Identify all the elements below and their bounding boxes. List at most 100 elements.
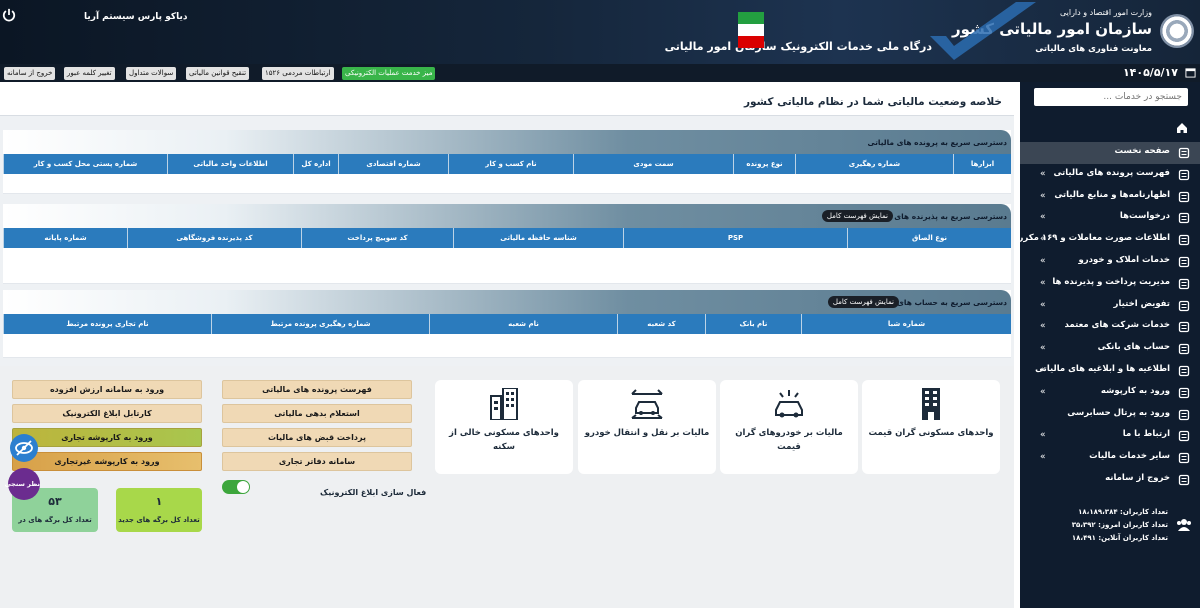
panel-title-bar: دسترسی سریع به پذیرنده های بانکی نمایش ف… (3, 204, 1011, 228)
sidebar-item-label: حساب های بانکی (1097, 342, 1170, 353)
btn-commercial-books[interactable]: سامانه دفاتر تجاری (222, 452, 412, 471)
sidebar-item[interactable]: اظهارنامه‌ها و منابع مالیاتی » (1020, 186, 1200, 208)
bell-icon (1178, 365, 1190, 377)
sidebar-item[interactable]: مدیریت پرداخت و پذیرنده ها » (1020, 273, 1200, 295)
sidebar-item[interactable]: خروج از سامانه (1020, 469, 1200, 491)
sidebar-item-label: صفحه نخست (1114, 146, 1170, 156)
logout-icon (1178, 474, 1190, 486)
sidebar-item-label: مدیریت پرداخت و پذیرنده ها (1052, 276, 1170, 287)
e-notice-toggle[interactable] (222, 480, 250, 494)
sidebar-item[interactable]: خدمات املاک و خودرو » (1020, 251, 1200, 273)
home-icon[interactable] (1176, 122, 1188, 134)
nav-row: ۱۴۰۵/۵/۱۷ میز خدمت عملیات الکترونیکی ارت… (0, 64, 1200, 82)
page-title: خلاصه وضعیت مالیاتی شما در نظام مالیاتی … (744, 96, 1002, 108)
current-date: ۱۴۰۵/۵/۱۷ (1122, 66, 1178, 79)
tile-luxury-housing[interactable]: واحدهای مسکونی گران قیمت (862, 380, 1000, 474)
col-related-trade-name: نام تجاری پرونده مرتبط (3, 314, 211, 334)
btn-tax-files-list[interactable]: فهرست پرونده های مالیاتی (222, 380, 412, 399)
survey-button[interactable]: نظر سنجی (5, 468, 40, 500)
col-unit-info: اطلاعات واحد مالیاتی (167, 154, 293, 174)
tile-car-transfer[interactable]: مالیات بر نقل و انتقال خودرو (578, 380, 716, 474)
sidebar-item[interactable]: تفویض اختیار » (1020, 295, 1200, 317)
sidebar-item-label: اطلاعیه ها و ابلاغیه های مالیاتی (1035, 363, 1170, 374)
tile-luxury-car[interactable]: مالیات بر خودروهای گران قیمت (720, 380, 858, 474)
power-icon[interactable] (2, 8, 16, 22)
sidebar-item[interactable]: سایر خدمات مالیات » (1020, 447, 1200, 469)
sidebar-item[interactable]: اطلاعیه ها و ابلاغیه های مالیاتی» (1020, 360, 1200, 382)
sidebar-item[interactable]: حساب های بانکی » (1020, 338, 1200, 360)
service-search-input[interactable] (1034, 88, 1188, 106)
btn-noncommercial-workfolder[interactable]: ورود به کارپوشه غیرتجاری (12, 452, 202, 471)
nav-change-password[interactable]: تغییر کلمه عبور (64, 67, 115, 80)
portal-title: درگاه ملی خدمات الکترونیک سازمان امور ما… (664, 40, 932, 53)
nav-faq[interactable]: سوالات متداول (126, 67, 177, 80)
sidebar-item[interactable]: ارتباط با ما » (1020, 425, 1200, 447)
col-economic-code: شماره اقتصادی (338, 154, 448, 174)
panel-bank-acceptors: دسترسی سریع به پذیرنده های بانکی نمایش ف… (3, 204, 1011, 284)
col-sheba: شماره شبا (801, 314, 1011, 334)
sidebar-item-label: سایر خدمات مالیات (1089, 451, 1170, 462)
stat-label: تعداد کل برگه های جدید (118, 516, 200, 524)
panel-title-bar: دسترسی سریع به حساب های بانکی نمایش فهرس… (3, 290, 1011, 314)
col-branch-name: نام شعبه (429, 314, 617, 334)
stat-value: ۱ (155, 495, 163, 508)
table-body (3, 248, 1011, 284)
btn-tax-debt-inquiry[interactable]: استعلام بدهی مالیاتی (222, 404, 412, 423)
show-full-list-button[interactable]: نمایش فهرست کامل (827, 296, 899, 308)
sidebar-item-label: خدمات شرکت های معتمد (1064, 320, 1170, 331)
accessibility-button[interactable] (10, 434, 38, 462)
btn-vat-system[interactable]: ورود به سامانه ارزش افزوده (12, 380, 202, 399)
chevron-double-icon: » (1040, 234, 1046, 245)
sidebar-item[interactable]: اطلاعات صورت معاملات و ۱۶۹ مکرر» (1019, 229, 1200, 251)
show-full-list-button[interactable]: نمایش فهرست کامل (821, 210, 893, 222)
bank-card-icon (1178, 344, 1190, 355)
sidebar-item[interactable]: درخواست‌ها » (1020, 207, 1200, 229)
col-switch-code: کد سوییچ پرداخت (301, 228, 453, 248)
stat-label: تعداد کل برگه های در (18, 516, 92, 524)
chevron-double-icon: » (1040, 430, 1046, 441)
sidebar-item[interactable]: ورود به پرتال حسابرسی (1020, 404, 1200, 426)
sidebar-item[interactable]: ورود به کارپوشه » (1020, 382, 1200, 404)
folder-icon (1178, 387, 1190, 398)
mail-icon (1178, 431, 1190, 442)
col-tracking: شماره رهگیری (795, 154, 953, 174)
e-notice-toggle-label: فعال سازی ابلاغ الکترونیک (320, 488, 427, 497)
panel-bank-accounts: دسترسی سریع به حساب های بانکی نمایش فهرس… (3, 290, 1011, 358)
sidebar-item[interactable]: صفحه نخست (1020, 142, 1200, 164)
stat-card-new-sheets[interactable]: ۱ تعداد کل برگه های جدید (116, 488, 202, 532)
sidebar-item-label: خروج از سامانه (1105, 472, 1170, 483)
recycle-icon (1178, 453, 1190, 464)
user-stats: تعداد کاربران: ۱۸،۱۸۹،۳۸۴ تعداد کاربران … (1072, 506, 1168, 545)
nav-tax-laws[interactable]: تنقیح قوانین مالیاتی (186, 67, 250, 80)
seal-icon (1178, 322, 1190, 333)
table-header: نوع الصاق PSP شناسه حافظه مالیاتی کد سوی… (3, 228, 1011, 248)
nav-logout[interactable]: خروج از سامانه (4, 67, 56, 80)
nav-service-desk[interactable]: میز خدمت عملیات الکترونیکی (342, 67, 436, 80)
col-tools: ابزارها (953, 154, 1011, 174)
table-body (3, 174, 1011, 194)
chevron-double-icon: » (1040, 452, 1046, 463)
sidebar-item[interactable]: خدمات شرکت های معتمد » (1020, 316, 1200, 338)
col-attach-type: نوع الصاق (847, 228, 1011, 248)
col-branch-code: کد شعبه (617, 314, 705, 334)
btn-e-notice-inbox[interactable]: کارتابل ابلاغ الکترونیک (12, 404, 202, 423)
tile-empty-housing[interactable]: واحدهای مسکونی خالی از سکنه (435, 380, 573, 474)
status-strip: خلاصه وضعیت مالیاتی شما در نظام مالیاتی … (0, 90, 1014, 116)
table-header: ابزارها شماره رهگیری نوع پرونده سمت مودی… (3, 154, 1011, 174)
sidebar-item[interactable]: فهرست پرونده های مالیاتی » (1020, 164, 1200, 186)
sidebar-item-label: ارتباط با ما (1122, 429, 1170, 440)
table-header: شماره شبا نام بانک کد شعبه نام شعبه شمار… (3, 314, 1011, 334)
col-role: سمت مودی (573, 154, 733, 174)
chevron-double-icon: » (1040, 364, 1046, 375)
tile-label: مالیات بر خودروهای گران قیمت (735, 428, 843, 452)
chevron-double-icon: » (1040, 212, 1046, 223)
col-memory-id: شناسه حافظه مالیاتی (453, 228, 623, 248)
services-area: واحدهای مسکونی گران قیمت مالیات بر خودرو… (0, 366, 1014, 608)
sidebar-item-label: ورود به پرتال حسابرسی (1067, 407, 1170, 418)
btn-commercial-workfolder[interactable]: ورود به کارپوشه تجاری (12, 428, 202, 447)
iran-flag-icon (738, 12, 764, 48)
audit-icon (1178, 409, 1190, 420)
nav-public-relations[interactable]: ارتباطات مردمی ۱۵۲۶ (262, 67, 334, 80)
btn-pay-tax-bills[interactable]: پرداخت قبض های مالیات (222, 428, 412, 447)
stat-today-users: تعداد کاربران امروز: ۳۵،۳۹۲ (1071, 521, 1168, 529)
